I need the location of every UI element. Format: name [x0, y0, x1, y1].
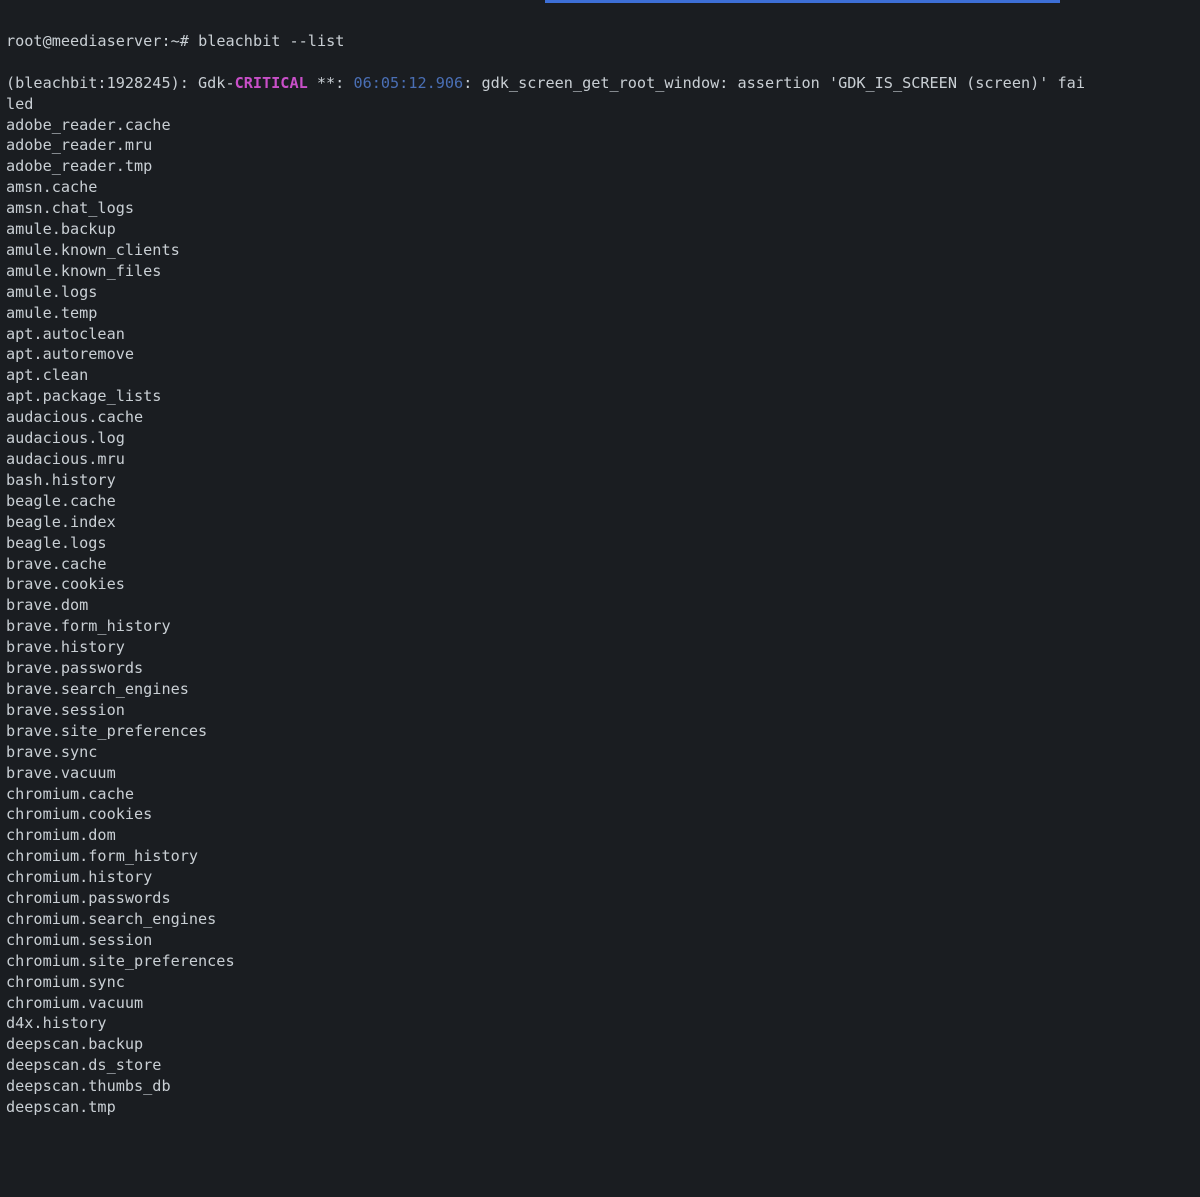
prompt-cwd: ~: [171, 32, 180, 50]
warning-stars: **:: [308, 74, 354, 92]
warning-line-2: led: [6, 95, 33, 113]
window-top-bar: [0, 0, 1200, 6]
warning-line-1: (bleachbit:1928245): Gdk-CRITICAL **: 06…: [6, 74, 1085, 92]
top-accent-stripe: [545, 0, 1060, 3]
warning-timestamp: 06:05:12.906: [353, 74, 463, 92]
prompt-hash: #: [180, 32, 189, 50]
warning-critical: CRITICAL: [235, 74, 308, 92]
warning-prefix: (bleachbit:1928245): Gdk-: [6, 74, 235, 92]
prompt-line: root@meediaserver:~# bleachbit --list: [6, 32, 344, 50]
prompt-userhost: root@meediaserver: [6, 32, 161, 50]
prompt-separator: :: [161, 32, 170, 50]
cleaner-list: adobe_reader.cache adobe_reader.mru adob…: [6, 115, 1194, 1119]
blank-line: [6, 52, 1194, 73]
terminal-output[interactable]: root@meediaserver:~# bleachbit --list (b…: [0, 6, 1200, 1118]
warning-msg-a: : gdk_screen_get_root_window: assertion …: [463, 74, 1085, 92]
command-text: bleachbit --list: [198, 32, 344, 50]
